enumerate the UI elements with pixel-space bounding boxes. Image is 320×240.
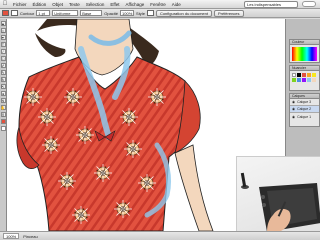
swatch[interactable] bbox=[297, 73, 301, 77]
menu-bar:  Fichier Édition Objet Texte Sélection … bbox=[0, 0, 320, 9]
blob-brush-tool-icon[interactable]: ● bbox=[0, 91, 6, 96]
flower-pattern bbox=[113, 199, 133, 219]
swatch[interactable] bbox=[292, 78, 296, 82]
selection-tool-icon[interactable]: ▲ bbox=[0, 21, 6, 26]
rectangle-tool-icon[interactable]: □ bbox=[0, 56, 6, 61]
control-bar: Contour 1 pt Uniforme Base Opacité 100% … bbox=[0, 9, 320, 18]
fill-color-icon[interactable] bbox=[0, 119, 6, 124]
eye-icon[interactable]: ◉ bbox=[292, 115, 295, 119]
layer-row[interactable]: ◉ Calque 3 bbox=[290, 99, 319, 106]
zoom-field[interactable]: 100% bbox=[3, 233, 20, 239]
right-arm bbox=[174, 144, 214, 231]
type-tool-icon[interactable]: T bbox=[0, 42, 6, 47]
menu-objet[interactable]: Objet bbox=[49, 2, 66, 7]
flower-pattern bbox=[75, 125, 95, 145]
zoom-value: 100% bbox=[6, 233, 17, 239]
hair-left bbox=[35, 33, 66, 57]
apple-icon[interactable]:  bbox=[0, 0, 10, 9]
hand-tool-icon[interactable]: ✋ bbox=[0, 105, 6, 110]
webcam-overlay bbox=[236, 156, 320, 231]
stroke-weight-field[interactable]: 1 pt bbox=[36, 10, 51, 16]
workspace-label: Les indispensables bbox=[247, 1, 282, 7]
swatch[interactable] bbox=[302, 78, 306, 82]
eye-icon[interactable]: ◉ bbox=[292, 107, 295, 111]
search-input[interactable] bbox=[302, 1, 316, 7]
rotate-tool-icon[interactable]: ↻ bbox=[0, 77, 6, 82]
flower-pattern bbox=[147, 87, 167, 107]
layer-row[interactable]: ◉ Calque 2 bbox=[290, 106, 319, 113]
swatch[interactable] bbox=[312, 78, 316, 82]
stroke-color-icon[interactable] bbox=[0, 126, 6, 131]
current-tool-label: Pinceau bbox=[23, 233, 38, 239]
menu-fenetre[interactable]: Fenêtre bbox=[147, 2, 169, 7]
color-panel-title[interactable]: Couleur bbox=[290, 40, 319, 45]
flower-pattern bbox=[63, 87, 83, 107]
brush-tool-icon[interactable]: ✐ bbox=[0, 63, 6, 68]
menu-effet[interactable]: Effet bbox=[107, 2, 122, 7]
status-bar: 100% Pinceau bbox=[0, 231, 320, 240]
preferences-label: Préférences bbox=[217, 10, 240, 16]
stroke-swatch[interactable] bbox=[11, 10, 18, 16]
flower-pattern bbox=[123, 139, 143, 159]
menu-edition[interactable]: Édition bbox=[30, 2, 50, 7]
swatch[interactable] bbox=[312, 73, 316, 77]
direct-selection-tool-icon[interactable]: △ bbox=[0, 28, 6, 33]
swatch-grid bbox=[290, 71, 319, 84]
menu-affichage[interactable]: Affichage bbox=[123, 2, 148, 7]
swatches-panel: Nuancier bbox=[289, 65, 320, 91]
swatch[interactable] bbox=[302, 73, 306, 77]
menu-selection[interactable]: Sélection bbox=[83, 2, 108, 7]
flower-pattern bbox=[37, 107, 57, 127]
stroke-weight-value: 1 pt bbox=[38, 10, 45, 16]
menu-texte[interactable]: Texte bbox=[66, 2, 83, 7]
menu-aide[interactable]: Aide bbox=[169, 2, 184, 7]
opacity-value: 100% bbox=[122, 10, 133, 16]
swatch[interactable] bbox=[297, 78, 301, 82]
fill-swatch[interactable] bbox=[2, 10, 9, 16]
stroke-label: Contour bbox=[20, 10, 35, 16]
swatch[interactable] bbox=[307, 78, 311, 82]
variable-width-select[interactable]: Uniforme bbox=[52, 10, 79, 16]
flower-pattern bbox=[23, 87, 43, 107]
flower-pattern bbox=[137, 173, 157, 193]
workspace-select[interactable]: Les indispensables bbox=[244, 0, 298, 8]
variable-width-value: Uniforme bbox=[54, 10, 71, 16]
opacity-field[interactable]: 100% bbox=[120, 10, 135, 16]
layers-panel: Calques ◉ Calque 3 ◉ Calque 2 ◉ Calque 1 bbox=[289, 93, 320, 127]
pen-tool-icon[interactable]: ✒ bbox=[0, 35, 6, 40]
tools-panel: ▲ △ ✒ T / □ ✐ ✎ ↻ ⇱ ● ↯ ✋ ⚲ bbox=[0, 19, 7, 231]
document-setup-label: Configuration du document bbox=[159, 10, 208, 16]
document-setup-button[interactable]: Configuration du document bbox=[155, 9, 212, 17]
menu-fichier[interactable]: Fichier bbox=[10, 2, 30, 7]
flower-pattern bbox=[41, 135, 61, 155]
style-label: Style bbox=[136, 10, 145, 16]
flower-pattern bbox=[57, 171, 77, 191]
layer-name: Calque 1 bbox=[297, 114, 312, 119]
opacity-label: Opacité bbox=[104, 10, 119, 16]
color-panel: Couleur bbox=[289, 39, 320, 63]
eyedropper-tool-icon[interactable]: ↯ bbox=[0, 98, 6, 103]
preferences-button[interactable]: Préférences bbox=[213, 9, 244, 17]
swatch[interactable] bbox=[292, 73, 296, 77]
pencil-tool-icon[interactable]: ✎ bbox=[0, 70, 6, 75]
tablet-photo bbox=[240, 172, 320, 231]
layer-row[interactable]: ◉ Calque 1 bbox=[290, 113, 319, 120]
line-tool-icon[interactable]: / bbox=[0, 49, 6, 54]
layer-name: Calque 2 bbox=[297, 107, 312, 111]
zoom-tool-icon[interactable]: ⚲ bbox=[0, 112, 6, 117]
brush-value: Base bbox=[82, 10, 92, 16]
flower-pattern bbox=[93, 163, 113, 183]
eye-icon[interactable]: ◉ bbox=[292, 100, 295, 104]
color-spectrum[interactable] bbox=[292, 47, 317, 61]
scale-tool-icon[interactable]: ⇱ bbox=[0, 84, 6, 89]
brush-select[interactable]: Base bbox=[80, 10, 103, 16]
style-swatch[interactable] bbox=[146, 10, 154, 16]
pen-stand bbox=[240, 172, 249, 189]
layer-name: Calque 3 bbox=[297, 100, 312, 104]
flower-pattern bbox=[71, 205, 91, 225]
swatch[interactable] bbox=[307, 73, 311, 77]
flower-pattern bbox=[119, 107, 139, 127]
